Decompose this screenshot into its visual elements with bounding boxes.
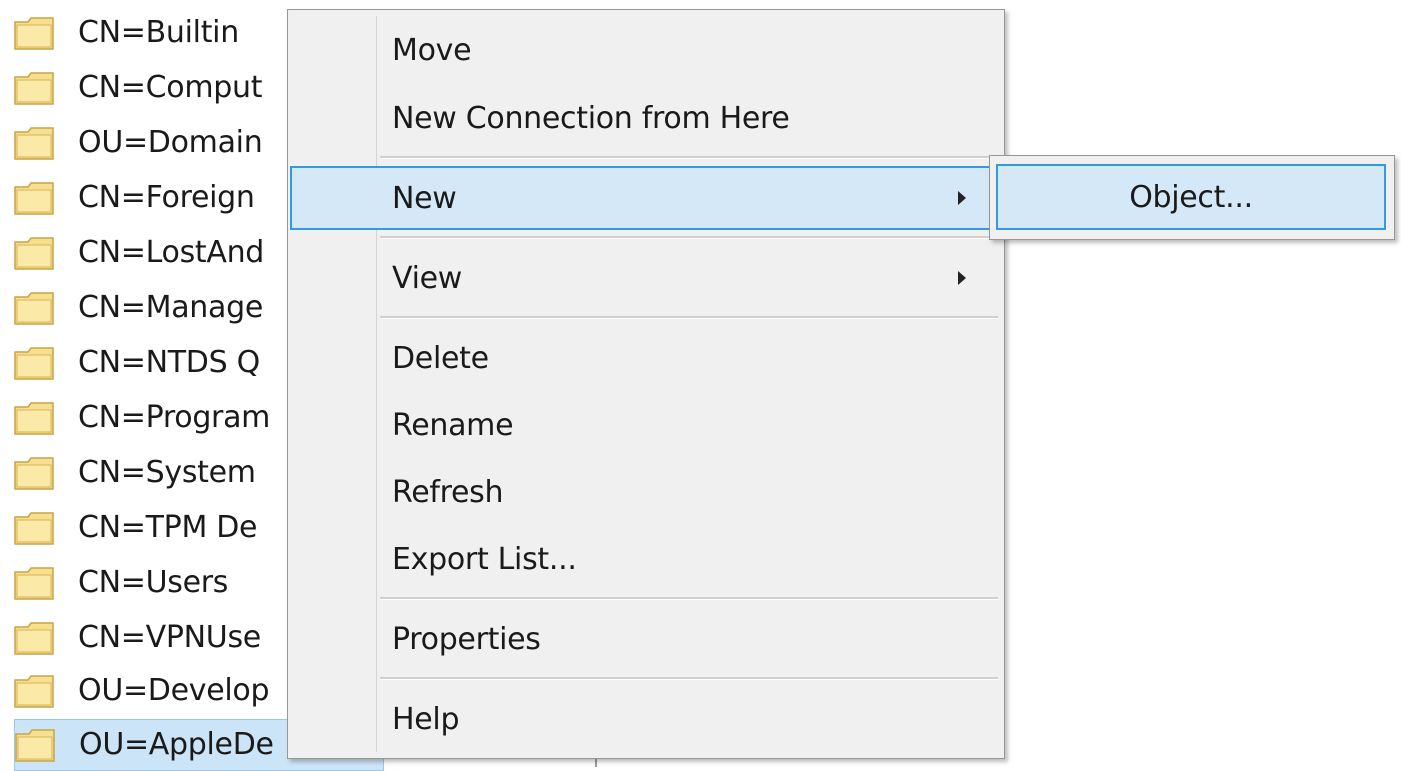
tree-item-builtin[interactable]: CN=Builtin	[14, 7, 247, 59]
folder-icon	[14, 674, 54, 708]
tree-item-label: OU=Develop	[78, 673, 270, 708]
menu-item-move[interactable]: Move	[290, 18, 1002, 82]
folder-icon	[14, 71, 54, 105]
tree-item-label: CN=LostAnd	[78, 235, 265, 270]
folder-icon	[14, 126, 54, 160]
tree-item-label: CN=System	[78, 455, 256, 490]
menu-item-label: View	[392, 260, 462, 296]
menu-item-label: Rename	[392, 407, 514, 443]
menu-item-view[interactable]: View	[290, 246, 1002, 310]
menu-item-label: New Connection from Here	[392, 100, 790, 136]
menu-separator	[380, 677, 998, 680]
folder-icon	[14, 291, 54, 325]
menu-item-new[interactable]: New	[290, 166, 1002, 230]
menu-separator	[380, 597, 998, 600]
tree-item-label: CN=Builtin	[78, 15, 239, 50]
menu-item-help[interactable]: Help	[290, 687, 1002, 751]
submenu-arrow-icon	[958, 191, 966, 205]
tree-item-ntds[interactable]: CN=NTDS Q	[14, 337, 268, 389]
menu-item-label: Refresh	[392, 474, 504, 510]
menu-item-label: Export List...	[392, 541, 577, 577]
tree-item-label: CN=Comput	[78, 70, 263, 105]
tree-item-program[interactable]: CN=Program	[14, 392, 278, 444]
submenu-arrow-icon	[958, 271, 966, 285]
folder-icon	[14, 401, 54, 435]
tree-item-vpnusers[interactable]: CN=VPNUse	[14, 612, 269, 664]
submenu-item-label: Object...	[1129, 179, 1253, 215]
menu-item-label: New	[392, 180, 457, 216]
menu-item-label: Help	[392, 701, 460, 737]
submenu-item-object[interactable]: Object...	[996, 164, 1386, 230]
tree-item-developers[interactable]: OU=Develop	[14, 665, 277, 717]
folder-icon	[15, 728, 55, 762]
folder-icon	[14, 566, 54, 600]
menu-item-delete[interactable]: Delete	[290, 326, 1002, 390]
tree-item-foreign[interactable]: CN=Foreign	[14, 172, 263, 224]
menu-item-label: Move	[392, 32, 472, 68]
tree-item-label: CN=VPNUse	[78, 620, 261, 655]
folder-icon	[14, 346, 54, 380]
tree-item-label: CN=Program	[78, 400, 271, 435]
menu-item-properties[interactable]: Properties	[290, 607, 1002, 671]
folder-icon	[14, 621, 54, 655]
folder-icon	[14, 511, 54, 545]
tree-item-label: CN=Foreign	[78, 180, 255, 215]
menu-item-rename[interactable]: Rename	[290, 393, 1002, 457]
context-menu: Move New Connection from Here New View D…	[287, 9, 1005, 759]
menu-separator	[380, 316, 998, 319]
tree-item-managed[interactable]: CN=Manage	[14, 282, 271, 334]
folder-icon	[14, 16, 54, 50]
menu-item-refresh[interactable]: Refresh	[290, 460, 1002, 524]
menu-item-label: Properties	[392, 621, 541, 657]
folder-icon	[14, 236, 54, 270]
menu-item-new-connection[interactable]: New Connection from Here	[290, 86, 1002, 150]
tree-item-label: CN=Users	[78, 565, 229, 600]
tree-item-label: CN=TPM De	[78, 510, 258, 545]
folder-icon	[14, 181, 54, 215]
menu-item-export-list[interactable]: Export List...	[290, 527, 1002, 591]
tree-item-computers[interactable]: CN=Comput	[14, 62, 270, 114]
tree-item-label: OU=AppleDe	[79, 727, 274, 762]
tree-item-tpm[interactable]: CN=TPM De	[14, 502, 265, 554]
tree-item-system[interactable]: CN=System	[14, 447, 264, 499]
tree-item-users[interactable]: CN=Users	[14, 557, 236, 609]
tree-item-label: CN=NTDS Q	[78, 345, 260, 380]
tree-item-lostandfound[interactable]: CN=LostAnd	[14, 227, 272, 279]
menu-item-label: Delete	[392, 340, 489, 376]
menu-separator	[380, 236, 998, 239]
new-submenu: Object...	[989, 155, 1395, 240]
folder-icon	[14, 456, 54, 490]
tree-item-label: CN=Manage	[78, 290, 263, 325]
menu-separator	[380, 156, 998, 159]
tree-item-label: OU=Domain	[78, 125, 263, 160]
tree-item-domain[interactable]: OU=Domain	[14, 117, 270, 169]
